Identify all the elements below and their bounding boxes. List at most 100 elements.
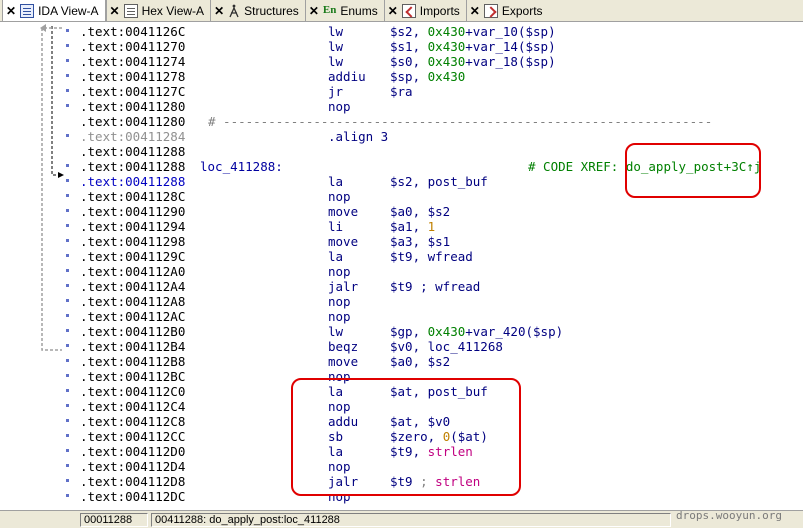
tab-imports[interactable]: ✕ Imports: [383, 0, 466, 21]
code-line[interactable]: .text:00411284 .align 3: [78, 129, 803, 144]
branch-arrow-upper: [51, 26, 58, 176]
operands: $s2, 0x430+var_10($sp): [390, 24, 556, 39]
operand-token: 0x430: [427, 39, 466, 54]
flow-arrow-gutter[interactable]: [0, 23, 78, 510]
code-line[interactable]: .text:004112D8 jalr $t9 ; strlen: [78, 474, 803, 489]
operand-token: $s2, post_buf: [390, 174, 488, 189]
operand-token: $zero,: [390, 429, 443, 444]
close-icon[interactable]: ✕: [470, 4, 480, 18]
line-address: .text:004112B8: [80, 354, 186, 369]
operands: $sp, 0x430: [390, 69, 465, 84]
code-line[interactable]: .text:004112CC sb $zero, 0($at): [78, 429, 803, 444]
code-line[interactable]: .text:0041128C nop: [78, 189, 803, 204]
line-address: .text:00411284: [80, 129, 186, 144]
operand-token: ; wfread: [420, 279, 481, 294]
code-line[interactable]: .text:004112B8 move $a0, $s2: [78, 354, 803, 369]
line-marker-dot: [66, 59, 69, 62]
line-marker-dot: [66, 164, 69, 167]
line-marker-dot: [66, 269, 69, 272]
code-line[interactable]: .text:004112B0 lw $gp, 0x430+var_420($sp): [78, 324, 803, 339]
tab-hex-view-a[interactable]: ✕ Hex View-A: [105, 0, 211, 21]
code-line[interactable]: .text:004112DC nop: [78, 489, 803, 504]
tab-exports[interactable]: ✕ Exports: [465, 0, 549, 21]
operand-token: $v0, loc_411268: [390, 339, 503, 354]
line-address: .text:004112A8: [80, 294, 186, 309]
code-line[interactable]: .text:0041129C la $t9, wfread: [78, 249, 803, 264]
code-line[interactable]: .text:00411288 la $s2, post_buf: [78, 174, 803, 189]
tab-label: Exports: [501, 3, 543, 18]
code-line[interactable]: .text:004112BC nop: [78, 369, 803, 384]
line-marker-dot: [66, 479, 69, 482]
code-line[interactable]: .text:004112C4 nop: [78, 399, 803, 414]
operand-token: $at, post_buf: [390, 384, 488, 399]
code-label[interactable]: loc_411288:: [200, 159, 283, 174]
mnemonic: lw: [328, 24, 344, 39]
code-line[interactable]: .text:004112A8 nop: [78, 294, 803, 309]
line-marker-dot: [66, 314, 69, 317]
code-line[interactable]: .text:004112C8 addu $at, $v0: [78, 414, 803, 429]
operand-token: $s2,: [390, 24, 428, 39]
code-line[interactable]: .text:00411280 # ------------------------…: [78, 114, 803, 129]
code-line[interactable]: .text:00411290 move $a0, $s2: [78, 204, 803, 219]
code-line[interactable]: .text:00411294 li $a1, 1: [78, 219, 803, 234]
imports-icon: [401, 3, 416, 18]
line-address: .text:0041126C: [80, 24, 186, 39]
mnemonic: .align 3: [328, 129, 389, 144]
code-line[interactable]: .text:004112B4 beqz $v0, loc_411268: [78, 339, 803, 354]
operand-token: $a3, $s1: [390, 234, 451, 249]
code-line[interactable]: .text:0041127C jr $ra: [78, 84, 803, 99]
code-line[interactable]: .text:00411288: [78, 144, 803, 159]
code-line[interactable]: .text:004112D0 la $t9, strlen: [78, 444, 803, 459]
tab-ida-view-a[interactable]: ✕ IDA View-A: [2, 0, 106, 21]
operands: $gp, 0x430+var_420($sp): [390, 324, 563, 339]
operand-token: 0x430: [427, 69, 466, 84]
tab-label: Hex View-A: [141, 3, 205, 18]
line-marker-dot: [66, 89, 69, 92]
mnemonic: jalr: [328, 279, 359, 294]
close-icon[interactable]: ✕: [110, 4, 120, 18]
mnemonic: nop: [328, 294, 351, 309]
code-line[interactable]: .text:004112A0 nop: [78, 264, 803, 279]
mnemonic: nop: [328, 369, 351, 384]
close-icon[interactable]: ✕: [388, 4, 398, 18]
code-line[interactable]: .text:00411270 lw $s1, 0x430+var_14($sp): [78, 39, 803, 54]
code-line[interactable]: .text:00411298 move $a3, $s1: [78, 234, 803, 249]
operands: $s0, 0x430+var_18($sp): [390, 54, 556, 69]
code-xref-comment[interactable]: # CODE XREF: do_apply_post+3C↑j: [528, 159, 761, 174]
line-address: .text:00411280: [80, 114, 186, 129]
code-line[interactable]: .text:0041126C lw $s2, 0x430+var_10($sp): [78, 24, 803, 39]
code-line[interactable]: .text:00411274 lw $s0, 0x430+var_18($sp): [78, 54, 803, 69]
code-line[interactable]: .text:00411278 addiu $sp, 0x430: [78, 69, 803, 84]
operands: $t9, wfread: [390, 249, 473, 264]
mnemonic: lw: [328, 54, 344, 69]
tab-enums[interactable]: ✕ En Enums: [304, 0, 384, 21]
line-address: .text:00411274: [80, 54, 186, 69]
line-marker-dot: [66, 29, 69, 32]
mnemonic: nop: [328, 189, 351, 204]
operand-token: strlen: [435, 474, 481, 489]
disassembly-listing[interactable]: .text:0041126C lw $s2, 0x430+var_10($sp) .t…: [78, 23, 803, 510]
line-address: .text:00411298: [80, 234, 186, 249]
mnemonic: lw: [328, 324, 344, 339]
operand-token: 0x430: [427, 324, 466, 339]
line-marker-dot: [66, 374, 69, 377]
close-icon[interactable]: ✕: [214, 4, 224, 18]
line-address: .text:004112D0: [80, 444, 186, 459]
code-line[interactable]: .text:004112AC nop: [78, 309, 803, 324]
code-line[interactable]: .text:00411288 loc_411288: # CODE XREF: do…: [78, 159, 803, 174]
close-icon[interactable]: ✕: [309, 4, 319, 18]
code-line[interactable]: .text:004112A4 jalr $t9 ; wfread: [78, 279, 803, 294]
operand-token: $at, $v0: [390, 414, 451, 429]
code-line[interactable]: .text:004112C0 la $at, post_buf: [78, 384, 803, 399]
code-line[interactable]: .text:004112D4 nop: [78, 459, 803, 474]
tab-structures[interactable]: ✕ Structures: [210, 0, 305, 21]
line-address: .text:00411288: [80, 144, 186, 159]
close-icon[interactable]: ✕: [6, 4, 16, 18]
code-line[interactable]: .text:00411280 nop: [78, 99, 803, 114]
operand-token: +var_10($sp): [465, 24, 556, 39]
line-address: .text:004112A0: [80, 264, 186, 279]
line-address: .text:004112D8: [80, 474, 186, 489]
operand-token: strlen: [427, 444, 473, 459]
line-address: .text:004112DC: [80, 489, 186, 504]
mnemonic: nop: [328, 264, 351, 279]
